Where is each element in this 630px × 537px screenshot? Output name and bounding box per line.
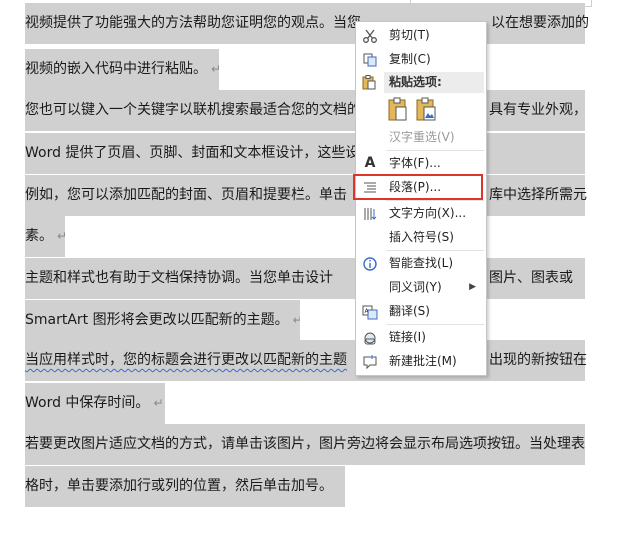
doc-line-3b[interactable]: 具有专业外观， xyxy=(487,90,587,131)
paragraph-mark-icon: ↵ xyxy=(57,229,65,243)
paragraph-highlight-box xyxy=(353,174,483,200)
doc-line-4[interactable]: Word 提供了页眉、页脚、封面和文本框设计，这些设 xyxy=(25,133,585,174)
translate-icon: A xyxy=(361,303,379,320)
doc-text: 库中选择所需元 xyxy=(489,187,587,203)
menu-item-hanzi-reselect: 汉字重选(V) xyxy=(356,126,486,149)
menu-item-text-direction[interactable]: 文字方向(X)... xyxy=(356,202,486,225)
menu-item-label: 新建批注(M) xyxy=(389,354,457,368)
submenu-arrow-icon: ▶ xyxy=(469,282,476,292)
menu-item-label: 智能查找(L) xyxy=(389,256,454,270)
doc-text: 素。 xyxy=(25,228,53,244)
menu-separator xyxy=(386,150,484,151)
doc-line-6[interactable]: 素。 ↵ xyxy=(25,216,65,257)
menu-item-translate[interactable]: A 翻译(S) xyxy=(356,300,486,323)
menu-item-cut[interactable]: 剪切(T) xyxy=(356,24,486,47)
doc-text: 例如，您可以添加匹配的封面、页眉和提要栏。单击 xyxy=(25,187,347,203)
doc-text: 您也可以键入一个关键字以联机搜索最适合您的文档的 xyxy=(25,102,361,118)
doc-line-10[interactable]: Word 中保存时间。 ↵ xyxy=(25,383,165,424)
doc-line-12[interactable]: 格时，单击要添加行或列的位置，然后单击加号。 xyxy=(25,466,345,507)
smart-lookup-icon xyxy=(361,255,379,272)
menu-item-label: 文字方向(X)... xyxy=(389,206,467,220)
doc-text: 格时，单击要添加行或列的位置，然后单击加号。 xyxy=(25,478,333,494)
doc-text: 图片、图表或 xyxy=(489,270,573,286)
doc-text: 以在想要添加的 xyxy=(491,15,589,31)
doc-text: 主题和样式也有助于文档保持协调。当您单击设计 xyxy=(25,270,333,286)
doc-text: 出现的新按钮在 xyxy=(489,352,587,368)
doc-text: Word 提供了页眉、页脚、封面和文本框设计，这些设 xyxy=(25,145,360,161)
doc-text: Word 中保存时间。 xyxy=(25,395,150,411)
menu-separator xyxy=(386,200,484,201)
doc-text: 视频提供了功能强大的方法帮助您证明您的观点。当您 xyxy=(25,15,361,31)
paragraph-mark-icon: ↵ xyxy=(153,396,164,410)
doc-line-5b[interactable]: 库中选择所需元 xyxy=(487,175,587,216)
menu-item-link[interactable]: 链接(I) xyxy=(356,326,486,349)
menu-separator xyxy=(386,324,484,325)
menu-item-label: 剪切(T) xyxy=(389,28,430,42)
doc-text: 若要更改图片适应文档的方式，请单击该图片，图片旁边将会显示布局选项按钮。当处理表 xyxy=(25,436,585,452)
menu-item-label: 汉字重选(V) xyxy=(389,130,455,144)
clipboard-icon xyxy=(361,74,379,91)
doc-text: 具有专业外观， xyxy=(489,102,587,118)
copy-icon xyxy=(361,51,379,68)
menu-item-new-comment[interactable]: 新建批注(M) xyxy=(356,350,486,373)
doc-line-8[interactable]: SmartArt 图形将会更改以匹配新的主题。 ↵ xyxy=(25,300,300,341)
doc-text: 当应用样式时，您的标题会进行更改以匹配新的主题 xyxy=(25,352,347,368)
menu-item-smart-lookup[interactable]: 智能查找(L) xyxy=(356,252,486,275)
doc-text: SmartArt 图形将会更改以匹配新的主题。 xyxy=(25,312,289,328)
menu-separator xyxy=(386,250,484,251)
paste-keep-formatting-icon[interactable] xyxy=(387,96,409,122)
menu-item-label: 字体(F)... xyxy=(389,156,441,170)
doc-line-9b[interactable]: 出现的新按钮在 xyxy=(487,340,587,381)
menu-item-copy[interactable]: 复制(C) xyxy=(356,48,486,71)
doc-line-7b[interactable]: 图片、图表或 xyxy=(487,258,573,299)
menu-item-label: 翻译(S) xyxy=(389,304,430,318)
new-comment-icon xyxy=(361,353,379,370)
menu-item-font[interactable]: A 字体(F)... xyxy=(356,152,486,175)
document-body[interactable]: 视频提供了功能强大的方法帮助您证明您的观点。当您 以在想要添加的 视频的嵌入代码… xyxy=(0,0,630,537)
menu-item-label: 同义词(Y) xyxy=(389,280,442,294)
link-icon xyxy=(361,329,379,346)
scissors-icon xyxy=(361,27,379,44)
menu-item-label: 插入符号(S) xyxy=(389,230,454,244)
font-icon: A xyxy=(364,155,376,171)
doc-line-11[interactable]: 若要更改图片适应文档的方式，请单击该图片，图片旁边将会显示布局选项按钮。当处理表 xyxy=(25,424,585,465)
doc-line-1b[interactable]: 以在想要添加的 xyxy=(487,3,589,44)
menu-item-insert-symbol[interactable]: 插入符号(S) xyxy=(356,226,486,249)
doc-line-2[interactable]: 视频的嵌入代码中进行粘贴。 ↵ xyxy=(25,49,219,90)
menu-item-label: 链接(I) xyxy=(389,330,426,344)
text-direction-icon xyxy=(361,205,379,222)
menu-item-label: 复制(C) xyxy=(389,52,431,66)
doc-text: 视频的嵌入代码中进行粘贴。 xyxy=(25,61,207,77)
paragraph-mark-icon: ↵ xyxy=(292,313,300,327)
menu-item-synonyms[interactable]: 同义词(Y) ▶ xyxy=(356,276,486,299)
paste-options-header: 粘贴选项: xyxy=(384,72,484,93)
paste-picture-icon[interactable] xyxy=(415,96,437,122)
paragraph-mark-icon: ↵ xyxy=(211,62,219,76)
